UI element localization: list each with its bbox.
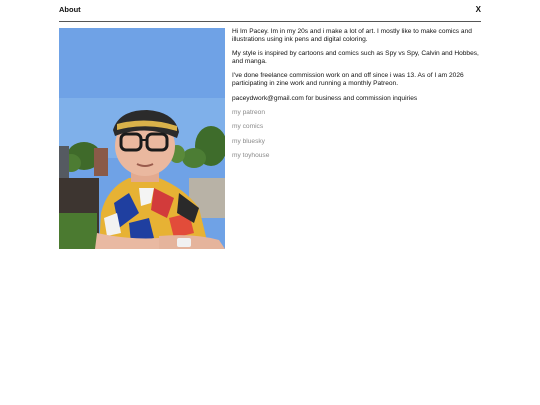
bio-section: Hi Im Pacey. Im in my 20s and i make a l…	[232, 28, 482, 166]
patreon-link[interactable]: my patreon	[232, 109, 482, 117]
bio-paragraph-intro: Hi Im Pacey. Im in my 20s and i make a l…	[232, 28, 472, 43]
page-title: About	[59, 5, 81, 14]
bio-paragraph-style: My style is inspired by cartoons and com…	[232, 50, 479, 65]
social-links: my patreon my comics my bluesky my toyho…	[232, 109, 482, 159]
bio-paragraph-experience: I've done freelance commission work on a…	[232, 72, 464, 87]
profile-photo	[59, 28, 225, 249]
bluesky-link[interactable]: my bluesky	[232, 138, 482, 146]
comics-link[interactable]: my comics	[232, 123, 482, 131]
bio-paragraph-contact: paceydwork@gmail.com for business and co…	[232, 94, 418, 102]
modal-header: About X	[59, 5, 481, 22]
toyhouse-link[interactable]: my toyhouse	[232, 152, 482, 160]
profile-photo-image	[59, 28, 225, 249]
close-button[interactable]: X	[476, 5, 481, 15]
